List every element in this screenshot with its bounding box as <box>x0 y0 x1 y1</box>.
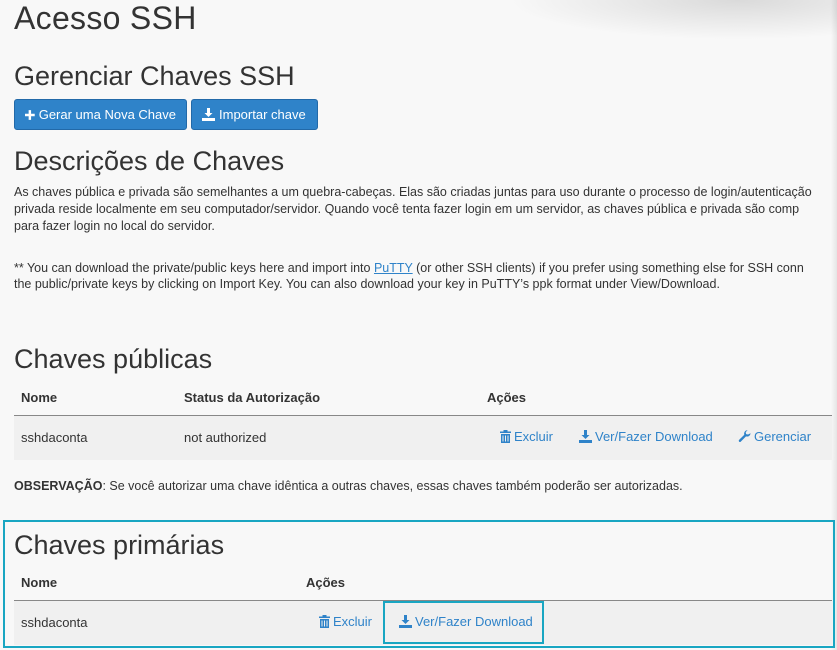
public-keys-header: Nome Status da Autorização Ações <box>14 382 832 416</box>
description-line-3: para fazer login no local do servidor. <box>14 219 215 233</box>
delete-public-key-button[interactable]: Excluir <box>500 429 553 444</box>
putty-link[interactable]: PuTTY <box>374 261 413 275</box>
import-key-button[interactable]: Importar chave <box>191 99 318 130</box>
description-line-2: privada reside localmente em seu computa… <box>14 202 800 216</box>
manage-label: Gerenciar <box>754 429 812 444</box>
wrench-icon <box>738 430 751 442</box>
descriptions-heading: Descrições de Chaves <box>14 146 285 176</box>
download-highlight <box>383 601 544 644</box>
delete-label: Excluir <box>514 429 554 444</box>
key-name: sshdaconta <box>21 430 88 445</box>
column-authorization-status: Status da Autorização <box>184 390 321 405</box>
plus-icon <box>25 109 35 120</box>
trash-icon <box>500 430 511 443</box>
observation-note: OBSERVAÇÃO: Se você autorizar uma chave … <box>14 479 683 493</box>
manage-public-key-button[interactable]: Gerenciar <box>738 429 811 444</box>
private-keys-heading: Chaves primárias <box>14 530 225 560</box>
download-public-key-button[interactable]: Ver/Fazer Download <box>579 429 713 444</box>
putty-note-line-1: ** You can download the private/public k… <box>14 260 804 277</box>
import-key-label: Importar chave <box>219 107 306 122</box>
authorization-status: not authorized <box>184 430 267 445</box>
table-row: sshdaconta not authorized Excluir Ver/Fa… <box>14 416 832 460</box>
column-actions: Ações <box>306 575 346 590</box>
column-name: Nome <box>21 390 58 405</box>
manage-keys-heading: Gerenciar Chaves SSH <box>14 61 295 91</box>
column-actions: Ações <box>487 390 527 405</box>
public-keys-heading: Chaves públicas <box>14 344 213 374</box>
generate-key-label: Gerar uma Nova Chave <box>38 107 176 122</box>
putty-note-text-before: ** You can download the private/public k… <box>14 261 374 275</box>
trash-icon <box>319 615 330 628</box>
generate-key-button[interactable]: Gerar uma Nova Chave <box>14 99 187 130</box>
private-keys-header: Nome Ações <box>14 567 832 601</box>
observation-text: : Se você autorizar uma chave idêntica a… <box>102 479 683 493</box>
page-title: Acesso SSH <box>14 0 197 36</box>
key-name: sshdaconta <box>21 615 88 630</box>
delete-label: Excluir <box>333 614 373 629</box>
download-label: Ver/Fazer Download <box>595 429 713 444</box>
download-icon <box>579 430 592 443</box>
top-shadow <box>507 0 837 40</box>
public-keys-table: Nome Status da Autorização Ações sshdaco… <box>14 382 832 460</box>
observation-label: OBSERVAÇÃO <box>14 479 103 493</box>
putty-note-line-2: the public/private keys by clicking on I… <box>14 277 720 291</box>
import-icon <box>202 108 215 121</box>
column-name: Nome <box>21 575 58 590</box>
delete-private-key-button[interactable]: Excluir <box>319 614 372 629</box>
description-line-1: As chaves pública e privada são semelhan… <box>14 185 812 199</box>
putty-note-text-after: (or other SSH clients) if you prefer usi… <box>412 261 804 275</box>
